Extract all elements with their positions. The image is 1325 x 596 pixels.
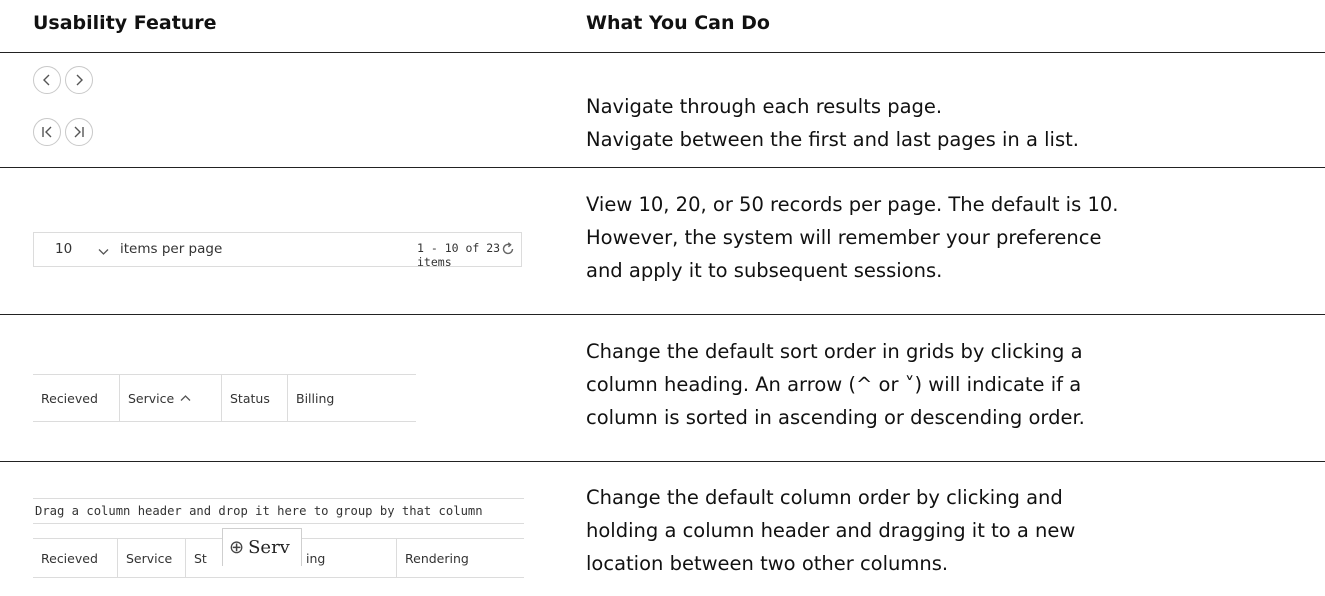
description-line: However, the system will remember your p… (586, 226, 1102, 249)
page-size-select[interactable]: 10 (42, 233, 114, 266)
first-page-icon[interactable] (33, 118, 61, 146)
description-line: Navigate between the first and last page… (586, 128, 1079, 151)
refresh-icon[interactable] (501, 242, 515, 260)
column-header-billing[interactable]: Billing (287, 375, 416, 421)
last-page-icon[interactable] (65, 118, 93, 146)
column-label: Service (128, 390, 175, 406)
description-line: location between two other columns. (586, 552, 949, 575)
description-line: Change the default column order by click… (586, 486, 1063, 509)
dragged-column-label: Serv (248, 537, 290, 558)
description-line: Change the default sort order in grids b… (586, 340, 1083, 363)
sortable-header-row: Recieved Service Status Billing (33, 374, 416, 422)
header-usability-feature: Usability Feature (33, 12, 217, 34)
column-label: Status (230, 390, 270, 406)
column-header-billing-partial[interactable]: ing (298, 539, 398, 577)
description-line: Navigate through each results page. (586, 95, 943, 118)
header-what-you-can-do: What You Can Do (586, 12, 770, 34)
group-hint-text: Drag a column header and drop it here to… (35, 504, 483, 518)
pager: 10 items per page 1 - 10 of 23 items (33, 232, 522, 269)
column-label: Billing (296, 390, 335, 406)
description-line: View 10, 20, or 50 records per page. The… (586, 193, 1119, 216)
column-header-recieved[interactable]: Recieved (33, 375, 119, 421)
column-label: Recieved (41, 390, 98, 406)
previous-page-icon[interactable] (33, 66, 61, 94)
column-label: ing (306, 550, 326, 566)
row-2-description: View 10, 20, or 50 records per page. The… (586, 188, 1306, 287)
description-line: column heading. An arrow (^ or ˅) will i… (586, 373, 1082, 396)
plus-circle-icon: ⊕ (229, 537, 245, 558)
header-divider (0, 52, 1325, 53)
column-header-service[interactable]: Service (119, 375, 221, 421)
dragged-column-tooltip[interactable]: ⊕ Serv (222, 528, 302, 566)
column-header-service[interactable]: Service (117, 539, 185, 577)
description-line: holding a column header and dragging it … (586, 519, 1076, 542)
description-line: and apply it to subsequent sessions. (586, 259, 943, 282)
column-header-rendering[interactable]: Rendering (396, 539, 524, 577)
column-label: Rendering (405, 550, 469, 566)
chevron-up-icon (180, 394, 191, 402)
column-label: Service (126, 550, 173, 566)
group-drop-zone[interactable]: Drag a column header and drop it here to… (33, 498, 524, 524)
row-4-description: Change the default column order by click… (586, 481, 1306, 580)
row-1-description: Navigate through each results page. Navi… (586, 90, 1306, 156)
column-label: Recieved (41, 550, 98, 566)
row-divider (0, 167, 1325, 168)
column-header-recieved[interactable]: Recieved (33, 539, 117, 577)
next-page-icon[interactable] (65, 66, 93, 94)
page-size-value: 10 (55, 241, 73, 257)
column-header-status[interactable]: Status (221, 375, 287, 421)
row-3-description: Change the default sort order in grids b… (586, 335, 1306, 434)
description-line: column is sorted in ascending or descend… (586, 406, 1085, 429)
column-label: St (194, 550, 207, 566)
chevron-down-icon (98, 244, 109, 260)
row-divider (0, 461, 1325, 462)
items-per-page-label: items per page (120, 241, 223, 257)
row-divider (0, 314, 1325, 315)
